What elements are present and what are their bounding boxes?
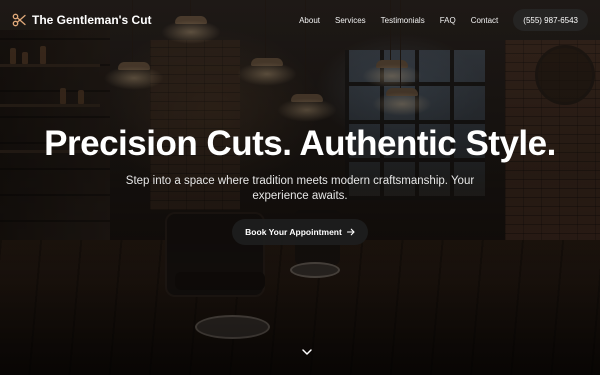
nav-link-services[interactable]: Services (335, 16, 366, 25)
brand-name: The Gentleman's Cut (32, 13, 152, 27)
nav-link-testimonials[interactable]: Testimonials (381, 16, 425, 25)
main-nav: About Services Testimonials FAQ Contact … (284, 9, 588, 31)
chevron-down-icon[interactable] (300, 345, 314, 357)
brand-logo[interactable]: The Gentleman's Cut (12, 13, 152, 27)
book-appointment-button[interactable]: Book Your Appointment (232, 219, 368, 245)
book-appointment-label: Book Your Appointment (245, 227, 342, 237)
scissors-icon (12, 13, 26, 27)
phone-button[interactable]: (555) 987-6543 (513, 9, 588, 31)
nav-link-about[interactable]: About (299, 16, 320, 25)
nav-link-faq[interactable]: FAQ (440, 16, 456, 25)
hero-headline: Precision Cuts. Authentic Style. (44, 124, 556, 163)
arrow-right-icon (346, 228, 355, 236)
hero-subtext: Step into a space where tradition meets … (125, 175, 475, 202)
nav-link-contact[interactable]: Contact (471, 16, 499, 25)
site-header: The Gentleman's Cut About Services Testi… (0, 0, 600, 40)
